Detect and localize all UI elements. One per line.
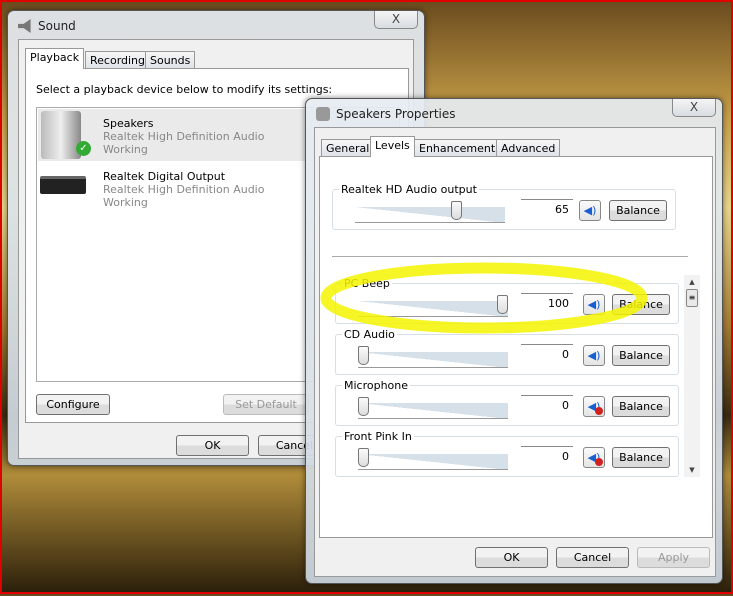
volume-value[interactable]: 0 bbox=[521, 446, 573, 467]
mute-button[interactable]: ◀) bbox=[579, 200, 601, 221]
tab-levels[interactable]: Levels bbox=[370, 136, 415, 157]
separator bbox=[332, 256, 688, 257]
tab-general[interactable]: General bbox=[321, 139, 375, 157]
volume-slider[interactable] bbox=[358, 403, 508, 419]
mute-button[interactable]: ◀) bbox=[583, 396, 605, 417]
slider-thumb[interactable] bbox=[497, 295, 508, 314]
slider-thumb[interactable] bbox=[358, 346, 369, 365]
device-status: Working bbox=[103, 143, 148, 156]
set-default-button[interactable]: Set Default bbox=[223, 394, 309, 415]
digital-output-icon bbox=[40, 176, 86, 194]
mute-button[interactable]: ◀) bbox=[583, 294, 605, 315]
channel-list: PC Beep 100 ◀) Balance CD Audio 0 ◀) Bala… bbox=[332, 275, 702, 477]
scrollbar[interactable]: ▲ ≡ ▼ bbox=[684, 275, 700, 477]
balance-button[interactable]: Balance bbox=[612, 396, 670, 417]
ok-button[interactable]: OK bbox=[176, 435, 249, 456]
device-driver: Realtek High Definition Audio bbox=[103, 130, 265, 143]
cancel-button[interactable]: Cancel bbox=[556, 547, 629, 568]
balance-button[interactable]: Balance bbox=[612, 345, 670, 366]
channel-group: Microphone 0 ◀) Balance bbox=[335, 379, 679, 426]
scroll-up-icon[interactable]: ▲ bbox=[684, 275, 700, 289]
balance-button[interactable]: Balance bbox=[612, 447, 670, 468]
speaker-device-icon bbox=[41, 111, 81, 159]
scroll-down-icon[interactable]: ▼ bbox=[684, 463, 700, 477]
close-button[interactable]: X bbox=[672, 99, 716, 117]
window-title: Sound bbox=[38, 19, 76, 33]
apply-button[interactable]: Apply bbox=[637, 547, 710, 568]
volume-value[interactable]: 65 bbox=[521, 199, 573, 220]
speaker-icon bbox=[18, 19, 31, 33]
instruction-text: Select a playback device below to modify… bbox=[36, 83, 333, 96]
volume-slider[interactable] bbox=[358, 454, 508, 470]
mute-button[interactable]: ◀) bbox=[583, 345, 605, 366]
slider-thumb[interactable] bbox=[358, 448, 369, 467]
slider-thumb[interactable] bbox=[451, 201, 462, 220]
channel-group: CD Audio 0 ◀) Balance bbox=[335, 328, 679, 375]
channel-group: PC Beep 100 ◀) Balance bbox=[335, 277, 679, 324]
device-status: Working bbox=[103, 196, 148, 209]
volume-value[interactable]: 0 bbox=[521, 395, 573, 416]
muted-icon bbox=[595, 458, 603, 466]
levels-panel: Realtek HD Audio output 65 ◀) Balance PC… bbox=[319, 156, 713, 538]
channel-label: Microphone bbox=[342, 379, 411, 392]
master-level-group: Realtek HD Audio output 65 ◀) Balance bbox=[332, 183, 676, 230]
speaker-icon: ◀) bbox=[587, 298, 601, 311]
mute-button[interactable]: ◀) bbox=[583, 447, 605, 468]
device-name: Realtek Digital Output bbox=[103, 170, 226, 183]
speakers-properties-window: Speakers Properties X General Levels Enh… bbox=[305, 98, 723, 584]
close-button[interactable]: X bbox=[374, 11, 418, 29]
tab-sounds[interactable]: Sounds bbox=[145, 51, 196, 69]
default-check-icon: ✓ bbox=[76, 141, 91, 156]
speaker-properties-icon bbox=[316, 107, 330, 121]
tab-advanced[interactable]: Advanced bbox=[496, 139, 561, 157]
volume-value[interactable]: 0 bbox=[521, 344, 573, 365]
device-name: Speakers bbox=[103, 117, 154, 130]
channel-label: Realtek HD Audio output bbox=[339, 183, 479, 196]
scroll-thumb[interactable]: ≡ bbox=[686, 289, 698, 307]
channel-group: Front Pink In 0 ◀) Balance bbox=[335, 430, 679, 477]
balance-button[interactable]: Balance bbox=[609, 200, 667, 221]
muted-icon bbox=[595, 407, 603, 415]
volume-value[interactable]: 100 bbox=[521, 293, 573, 314]
speaker-icon: ◀) bbox=[587, 349, 601, 362]
speaker-icon: ◀) bbox=[583, 204, 597, 217]
configure-button[interactable]: Configure bbox=[36, 394, 110, 415]
slider-thumb[interactable] bbox=[358, 397, 369, 416]
ok-button[interactable]: OK bbox=[475, 547, 548, 568]
device-driver: Realtek High Definition Audio bbox=[103, 183, 265, 196]
tab-enhancements[interactable]: Enhancements bbox=[414, 139, 506, 157]
volume-slider[interactable] bbox=[358, 352, 508, 368]
channel-label: PC Beep bbox=[342, 277, 392, 290]
channel-label: Front Pink In bbox=[342, 430, 414, 443]
balance-button[interactable]: Balance bbox=[612, 294, 670, 315]
tab-playback[interactable]: Playback bbox=[25, 48, 85, 69]
volume-slider[interactable] bbox=[355, 207, 505, 223]
window-title: Speakers Properties bbox=[336, 107, 456, 121]
volume-slider[interactable] bbox=[358, 301, 508, 317]
channel-label: CD Audio bbox=[342, 328, 397, 341]
dialog-body: General Levels Enhancements Advanced Rea… bbox=[314, 127, 716, 577]
tab-recording[interactable]: Recording bbox=[85, 51, 151, 69]
